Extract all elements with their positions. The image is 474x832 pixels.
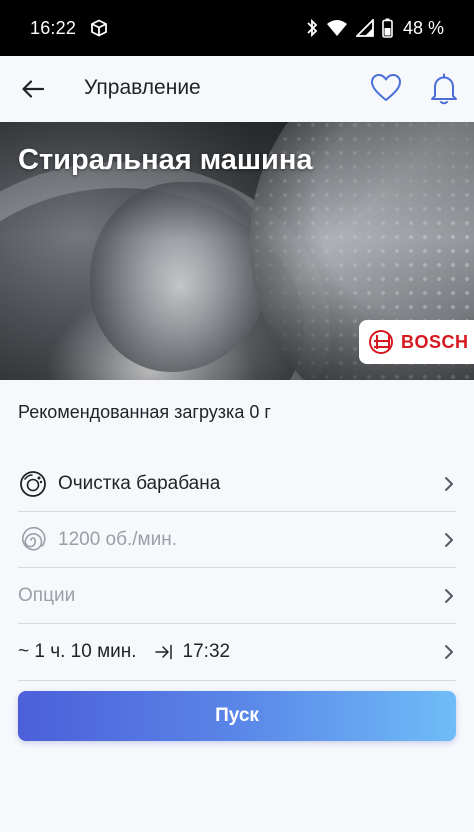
favorite-button[interactable] xyxy=(370,73,402,105)
bosch-logo-icon xyxy=(369,330,393,354)
status-bar: 16:22 48 % xyxy=(0,0,474,56)
status-indicators: 48 % xyxy=(306,18,444,39)
heart-icon xyxy=(371,74,401,101)
appliance-title: Стиральная машина xyxy=(18,144,313,176)
duration-label: ~ 1 ч. 10 мин. xyxy=(18,641,137,662)
program-row[interactable]: Очистка барабана xyxy=(18,456,456,512)
program-label: Очистка барабана xyxy=(58,473,221,494)
back-button[interactable] xyxy=(18,74,48,104)
duration-row[interactable]: ~ 1 ч. 10 мин. 17:32 xyxy=(18,624,456,680)
chevron-right-icon xyxy=(442,586,456,606)
drum-clean-icon xyxy=(18,469,48,499)
page-title: Управление xyxy=(84,76,201,99)
bell-icon xyxy=(431,73,457,105)
appliance-hero-image: Стиральная машина BOSCH xyxy=(0,122,474,380)
spin-speed-row[interactable]: 1200 об./мин. xyxy=(18,512,456,568)
signal-icon xyxy=(355,19,374,37)
spin-speed-label: 1200 об./мин. xyxy=(58,529,178,550)
status-time: 16:22 xyxy=(30,17,77,38)
options-label: Опции xyxy=(18,585,76,606)
battery-percent: 48 % xyxy=(402,17,444,38)
brand-badge: BOSCH xyxy=(359,320,474,364)
wifi-icon xyxy=(326,19,348,37)
start-button-label: Пуск xyxy=(215,705,259,726)
spin-icon xyxy=(18,525,48,555)
chevron-right-icon xyxy=(442,642,456,662)
chevron-right-icon xyxy=(442,530,456,550)
end-time-label: 17:32 xyxy=(182,641,231,662)
start-button[interactable]: Пуск xyxy=(18,691,456,741)
recommended-load: Рекомендованная загрузка 0 г xyxy=(18,402,271,422)
notifications-button[interactable] xyxy=(430,73,460,105)
bluetooth-icon xyxy=(306,18,318,38)
divider xyxy=(18,680,456,681)
arrow-left-icon xyxy=(22,80,44,98)
battery-icon xyxy=(382,18,393,38)
app-bar: Управление xyxy=(0,56,474,122)
chevron-right-icon xyxy=(442,474,456,494)
brand-name: BOSCH xyxy=(401,331,469,352)
options-row[interactable]: Опции xyxy=(18,568,456,624)
end-time-icon xyxy=(154,642,175,662)
package-icon xyxy=(90,19,108,37)
